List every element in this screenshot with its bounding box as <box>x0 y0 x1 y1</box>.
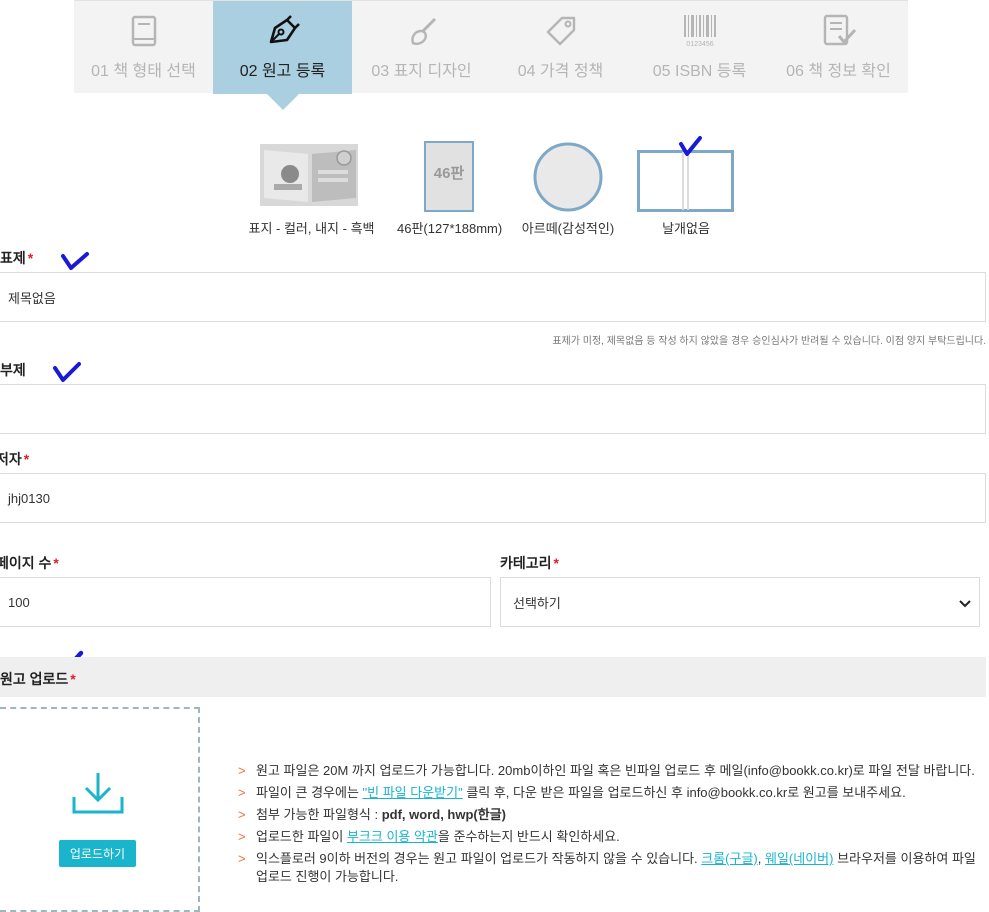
step-label: 06 책 정보 확인 <box>786 63 891 80</box>
category-label: 카테고리 * <box>500 555 559 571</box>
step-manuscript[interactable]: 02 원고 등록 <box>213 1 352 110</box>
list-item: > 파일이 큰 경우에는 "빈 파일 다운받기" 클릭 후, 다운 받은 파일을 … <box>238 785 906 800</box>
step-label: 02 원고 등록 <box>239 63 326 80</box>
whale-link[interactable]: 웨일(네이버) <box>765 851 833 866</box>
author-input[interactable]: jhj0130 <box>0 473 986 523</box>
finish-label: 아르떼(감성적인) <box>521 221 615 236</box>
upload-dropzone[interactable] <box>0 707 200 912</box>
book-icon <box>74 13 213 49</box>
chrome-link[interactable]: 크롬(구글) <box>701 851 758 866</box>
step-label: 05 ISBN 등록 <box>652 63 747 80</box>
chevron-down-icon <box>959 600 971 608</box>
category-selected-value: 선택하기 <box>513 595 561 611</box>
step-cover-design[interactable]: 03 표지 디자인 <box>352 1 491 94</box>
title-note: 표제가 미정, 제목없음 등 작성 하지 않았을 경우 승인심사가 반려될 수 … <box>552 336 986 347</box>
subtitle-label: 부제 <box>0 362 26 378</box>
subtitle-input[interactable] <box>0 384 986 434</box>
barcode-icon: 0123456 <box>630 13 769 49</box>
title-label: 표제 * <box>0 250 34 266</box>
checklist-icon <box>769 13 908 49</box>
size-thumbnail: 46판 <box>424 141 474 212</box>
finish-thumbnail <box>532 141 604 213</box>
upload-label: 원고 업로드 * <box>0 671 76 687</box>
upload-section-header: 원고 업로드 * <box>0 657 986 697</box>
color-type-thumbnail <box>260 140 360 210</box>
terms-link[interactable]: 부크크 이용 약관 <box>347 829 438 844</box>
chevron-right-icon: > <box>238 829 246 844</box>
size-badge: 46판 <box>434 165 465 182</box>
step-book-info[interactable]: 06 책 정보 확인 <box>769 1 908 94</box>
chevron-right-icon: > <box>238 807 246 822</box>
wing-thumbnail <box>637 150 734 212</box>
step-price[interactable]: 04 가격 정책 <box>491 1 630 94</box>
list-item: > 첨부 가능한 파일형식 : pdf, word, hwp(한글) <box>238 807 506 822</box>
chevron-right-icon: > <box>238 785 246 800</box>
author-label: 저자 * <box>0 451 30 467</box>
list-item: > 업로드한 파일이 부크크 이용 약관을 준수하는지 반드시 확인하세요. <box>238 829 620 844</box>
title-input[interactable]: 제목없음 <box>0 272 986 322</box>
chevron-right-icon: > <box>238 851 246 866</box>
pages-input[interactable]: 100 <box>0 577 491 627</box>
list-item: > 익스플로러 9이하 버전의 경우는 원고 파일이 업로드가 작동하지 않을 수… <box>238 851 976 884</box>
price-tag-icon <box>491 13 630 49</box>
empty-file-download-link[interactable]: "빈 파일 다운받기" <box>363 785 463 800</box>
wing-label: 날개없음 <box>662 221 710 236</box>
chevron-right-icon: > <box>238 763 246 778</box>
step-bar: 01 책 형태 선택 02 원고 등록 03 표지 디자인 04 가격 정책 0… <box>74 0 908 110</box>
list-item: > 원고 파일은 20M 까지 업로드가 가능합니다. 20mb이하인 파일 혹은… <box>238 763 975 778</box>
pen-nib-icon <box>213 13 352 49</box>
barcode-number: 0123456 <box>686 41 713 48</box>
step-label: 04 가격 정책 <box>517 63 604 80</box>
upload-button[interactable]: 업로드하기 <box>59 840 136 867</box>
category-select[interactable]: 선택하기 <box>500 577 980 627</box>
size-label: 46판(127*188mm) <box>397 221 503 236</box>
brush-icon <box>352 13 491 49</box>
check-mark-icon <box>61 252 89 270</box>
step-label: 03 표지 디자인 <box>371 63 472 80</box>
color-type-label: 표지 - 컬러, 내지 - 흑백 <box>248 221 375 236</box>
check-mark-icon <box>679 136 702 156</box>
download-icon <box>72 773 124 814</box>
step-book-type[interactable]: 01 책 형태 선택 <box>74 1 213 94</box>
step-isbn[interactable]: 0123456 05 ISBN 등록 <box>630 1 769 94</box>
upload-info-list: > 원고 파일은 20M 까지 업로드가 가능합니다. 20mb이하인 파일 혹은… <box>238 762 988 890</box>
pages-label: 페이지 수 * <box>0 555 59 571</box>
check-mark-icon <box>53 362 81 382</box>
step-label: 01 책 형태 선택 <box>91 63 196 80</box>
